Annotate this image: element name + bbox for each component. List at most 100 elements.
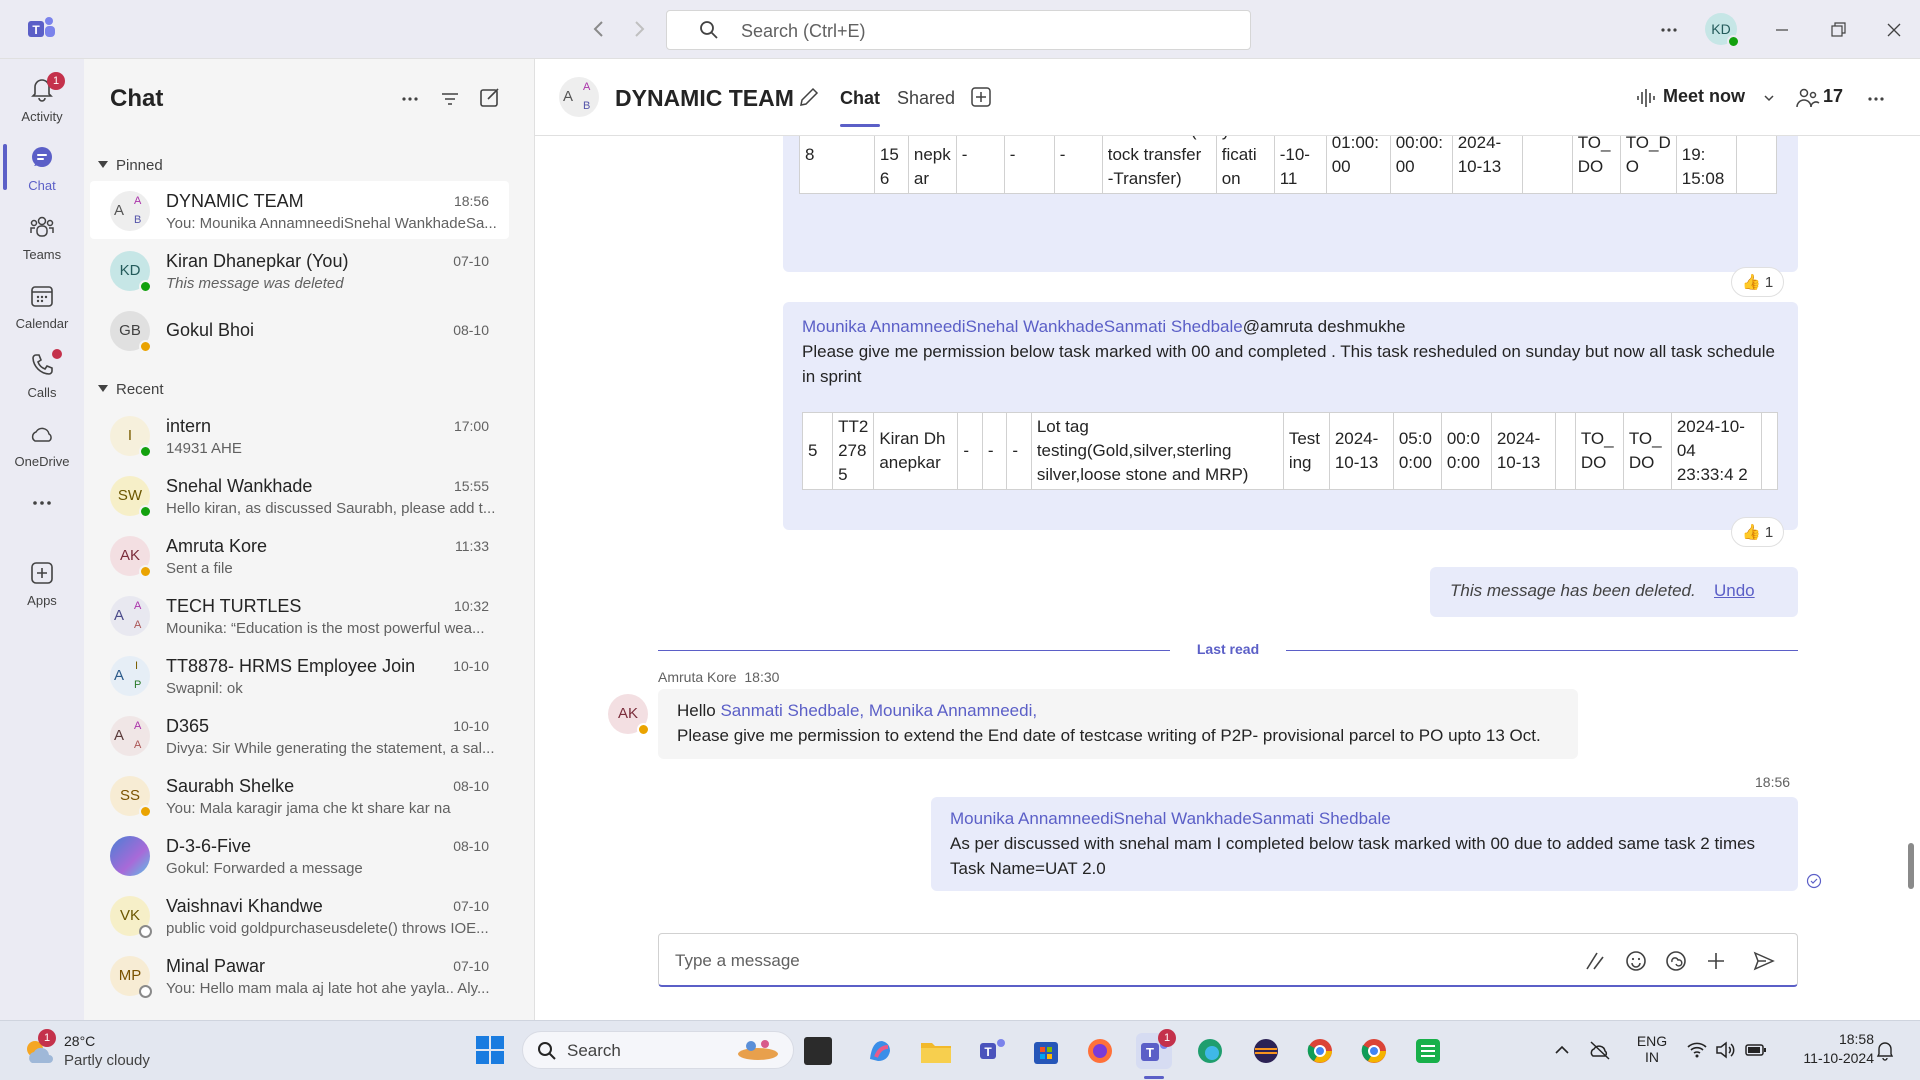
weather-widget[interactable]: 1 28°C Partly cloudy bbox=[20, 1029, 180, 1073]
presence-available-icon bbox=[139, 445, 152, 458]
deleted-message-text: This message has been deleted. bbox=[1450, 581, 1696, 600]
list-item[interactable]: D-3-6-Five Gokul: Forwarded a message 08… bbox=[90, 826, 509, 884]
scrollbar-thumb[interactable] bbox=[1908, 843, 1914, 889]
rail-more[interactable] bbox=[0, 479, 84, 519]
rail-calendar[interactable]: Calendar bbox=[0, 272, 84, 338]
clock[interactable]: 18:58 11-10-2024 bbox=[1786, 1031, 1874, 1066]
rail-calls[interactable]: Calls bbox=[0, 341, 84, 407]
profile-avatar[interactable]: KD bbox=[1705, 13, 1740, 48]
volume-icon[interactable] bbox=[1714, 1039, 1736, 1061]
restore-icon[interactable] bbox=[1824, 16, 1852, 44]
rail-activity[interactable]: 1 Activity bbox=[0, 65, 84, 131]
message-bubble[interactable]: Hello Sanmati Shedbale, Mounika Annamnee… bbox=[658, 689, 1578, 759]
add-tab-icon[interactable] bbox=[970, 86, 992, 108]
chevron-up-icon[interactable] bbox=[1551, 1039, 1573, 1061]
list-item[interactable]: MP Minal Pawar You: Hello mam mala aj la… bbox=[90, 946, 509, 1004]
taskbar-search[interactable]: Search bbox=[522, 1031, 794, 1069]
send-icon[interactable] bbox=[1752, 949, 1776, 973]
list-item[interactable]: VK Vaishnavi Khandwe public void goldpur… bbox=[90, 886, 509, 944]
meet-now-button[interactable]: Meet now bbox=[1635, 85, 1785, 111]
list-item[interactable]: SW Snehal Wankhade Hello kiran, as discu… bbox=[90, 466, 509, 524]
edit-pencil-icon[interactable] bbox=[797, 85, 821, 109]
chrome-profile-icon[interactable] bbox=[1356, 1033, 1392, 1069]
forward-arrow-icon[interactable] bbox=[628, 18, 650, 40]
teams-active-icon[interactable]: T 1 bbox=[1136, 1029, 1176, 1069]
search-icon bbox=[699, 20, 719, 40]
message-pane: 8 17 15 6 Dha nepk ar - - - m Saurabh(S … bbox=[535, 136, 1920, 926]
recent-section-header[interactable]: Recent bbox=[98, 381, 164, 398]
message-bubble[interactable]: Mounika AnnamneediSnehal WankhadeSanmati… bbox=[783, 302, 1798, 530]
filter-icon[interactable] bbox=[438, 87, 462, 111]
chat-preview: Gokul: Forwarded a message bbox=[166, 860, 363, 877]
message-bubble[interactable]: Mounika AnnamneediSnehal WankhadeSanmati… bbox=[931, 797, 1798, 891]
mention[interactable]: Mounika AnnamneediSnehal WankhadeSanmati… bbox=[950, 809, 1391, 828]
tab-shared[interactable]: Shared bbox=[897, 88, 955, 109]
list-item[interactable]: KD Kiran Dhanepkar (You) This message wa… bbox=[90, 241, 509, 299]
participants-button[interactable]: 17 bbox=[1796, 85, 1846, 111]
table-cell: 2024-10-13 bbox=[1451, 136, 1523, 194]
tab-chat[interactable]: Chat bbox=[840, 88, 880, 127]
list-item[interactable]: A A A TECH TURTLES Mounika: “Education i… bbox=[90, 586, 509, 644]
people-icon bbox=[1796, 88, 1820, 108]
firefox-icon[interactable] bbox=[1082, 1033, 1118, 1069]
loop-icon[interactable] bbox=[1664, 949, 1688, 973]
edge-icon[interactable] bbox=[1192, 1033, 1228, 1069]
rail-apps[interactable]: Apps bbox=[0, 549, 84, 615]
store-icon[interactable] bbox=[1028, 1033, 1064, 1069]
rail-teams[interactable]: Teams bbox=[0, 203, 84, 269]
copilot-icon[interactable] bbox=[862, 1033, 898, 1069]
avatar-initials: SS bbox=[119, 787, 140, 804]
chat-more-options-icon[interactable] bbox=[398, 87, 422, 111]
message-greeting: Hello bbox=[677, 701, 721, 720]
emoji-icon[interactable] bbox=[1624, 949, 1648, 973]
battery-icon[interactable] bbox=[1744, 1039, 1768, 1061]
mention[interactable]: Mounika AnnamneediSnehal WankhadeSanmati… bbox=[802, 317, 1243, 336]
eclipse-icon[interactable] bbox=[1248, 1033, 1284, 1069]
search-icon bbox=[538, 1042, 556, 1060]
list-item[interactable]: A A A D365 Divya: Sir While generating t… bbox=[90, 706, 509, 764]
list-item[interactable]: A A B DYNAMIC TEAM You: Mounika Annamnee… bbox=[90, 181, 509, 239]
like-reaction[interactable]: 👍 1 bbox=[1731, 267, 1785, 297]
taskbar-search-label: Search bbox=[567, 1041, 621, 1060]
table-row: 5 TT2 278 5 Kiran Dh anepkar - - - Lot t… bbox=[801, 412, 1779, 490]
table-cell: 5 bbox=[801, 412, 834, 490]
windows-start-icon[interactable] bbox=[475, 1035, 505, 1065]
spreadsheet-app-icon[interactable] bbox=[1410, 1033, 1446, 1069]
list-item[interactable]: I intern 14931 AHE 17:00 bbox=[90, 406, 509, 464]
svg-text:T: T bbox=[1146, 1045, 1154, 1060]
pinned-section-header[interactable]: Pinned bbox=[98, 157, 163, 174]
list-item[interactable]: AK Amruta Kore Sent a file 11:33 bbox=[90, 526, 509, 584]
rail-onedrive[interactable]: OneDrive bbox=[0, 410, 84, 476]
close-icon[interactable] bbox=[1880, 16, 1908, 44]
language-indicator[interactable]: ENG IN bbox=[1634, 1033, 1670, 1065]
avatar[interactable]: AK bbox=[608, 694, 650, 736]
list-item[interactable]: SS Saurabh Shelke You: Mala karagir jama… bbox=[90, 766, 509, 824]
message-bubble[interactable]: 8 17 15 6 Dha nepk ar - - - m Saurabh(S … bbox=[783, 136, 1798, 272]
list-item[interactable]: A I P TT8878- HRMS Employee Joining Swap… bbox=[90, 646, 509, 704]
minimize-icon[interactable] bbox=[1768, 16, 1796, 44]
header-more-icon[interactable] bbox=[1864, 87, 1888, 111]
add-icon[interactable] bbox=[1704, 949, 1728, 973]
table-cell: 2024 -10- 11 bbox=[1273, 136, 1327, 194]
teams-work-icon[interactable]: T bbox=[974, 1033, 1010, 1069]
more-options-icon[interactable] bbox=[1655, 16, 1683, 44]
onedrive-sync-icon[interactable] bbox=[1588, 1039, 1612, 1061]
mention[interactable]: Sanmati Shedbale, Mounika Annamneedi, bbox=[720, 701, 1037, 720]
notification-bell-icon[interactable] bbox=[1874, 1039, 1896, 1061]
message-text: Mounika AnnamneediSnehal WankhadeSanmati… bbox=[950, 806, 1790, 881]
search-box[interactable]: Search (Ctrl+E) bbox=[666, 10, 1251, 50]
terminal-app-icon[interactable] bbox=[804, 1037, 832, 1065]
chrome-icon[interactable] bbox=[1302, 1033, 1338, 1069]
new-chat-icon[interactable] bbox=[478, 85, 502, 109]
presence-away-icon bbox=[139, 340, 152, 353]
format-icon[interactable] bbox=[1583, 949, 1607, 973]
compose-box[interactable]: Type a message bbox=[658, 933, 1798, 987]
wifi-icon[interactable] bbox=[1686, 1039, 1708, 1061]
file-explorer-icon[interactable] bbox=[918, 1033, 954, 1069]
back-arrow-icon[interactable] bbox=[588, 18, 610, 40]
list-item[interactable]: GB Gokul Bhoi 08-10 bbox=[90, 301, 509, 359]
rail-chat[interactable]: Chat bbox=[0, 134, 84, 200]
like-reaction[interactable]: 👍 1 bbox=[1731, 517, 1785, 547]
undo-link[interactable]: Undo bbox=[1714, 581, 1755, 601]
chat-preview: Swapnil: ok bbox=[166, 680, 243, 697]
